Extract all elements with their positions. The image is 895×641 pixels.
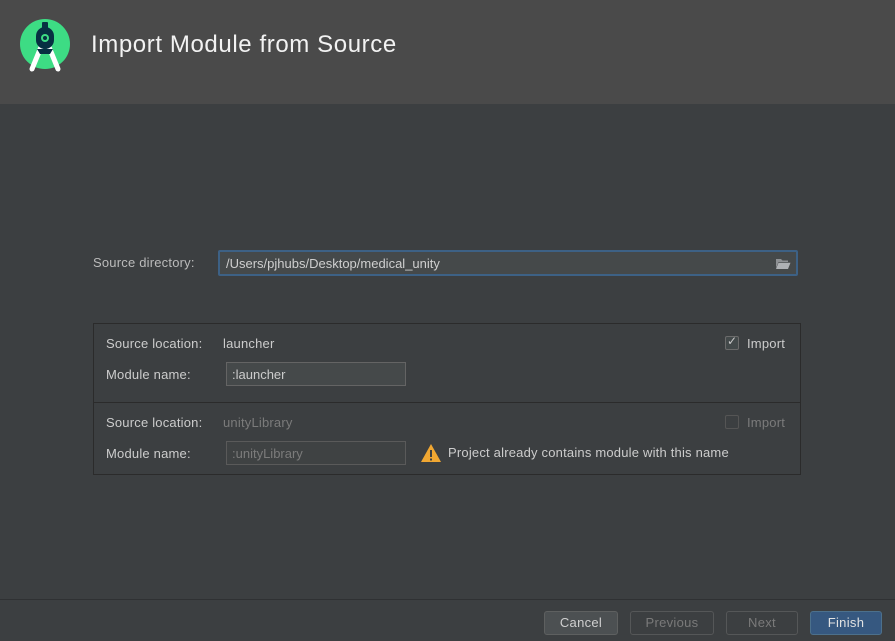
source-directory-label: Source directory:	[93, 255, 195, 270]
source-location-value: unityLibrary	[223, 415, 293, 430]
previous-button[interactable]: Previous	[630, 611, 714, 635]
source-location-label: Source location:	[106, 336, 203, 351]
source-directory-value[interactable]: /Users/pjhubs/Desktop/medical_unity	[226, 256, 440, 271]
folder-open-icon[interactable]	[775, 257, 791, 270]
modules-list: Source location: launcher Module name: :…	[93, 323, 801, 475]
module-name-input[interactable]: :unityLibrary	[226, 441, 406, 465]
cancel-button[interactable]: Cancel	[544, 611, 618, 635]
import-checkbox-label[interactable]: Import	[747, 336, 785, 351]
module-name-value[interactable]: :launcher	[232, 367, 285, 382]
android-studio-icon	[20, 19, 70, 72]
module-name-label: Module name:	[106, 367, 191, 382]
module-name-label: Module name:	[106, 446, 191, 461]
source-location-value: launcher	[223, 336, 275, 351]
warning-icon	[421, 444, 441, 462]
footer-divider	[0, 599, 895, 600]
next-button[interactable]: Next	[726, 611, 798, 635]
import-checkbox[interactable]	[725, 415, 739, 429]
module-name-value[interactable]: :unityLibrary	[232, 446, 303, 461]
module-row-launcher: Source location: launcher Module name: :…	[94, 324, 800, 402]
module-name-input[interactable]: :launcher	[226, 362, 406, 386]
checkmark-icon: ✓	[727, 334, 738, 348]
source-location-label: Source location:	[106, 415, 203, 430]
finish-button[interactable]: Finish	[810, 611, 882, 635]
dialog-header: Import Module from Source	[0, 0, 895, 104]
source-directory-input[interactable]: /Users/pjhubs/Desktop/medical_unity	[218, 250, 798, 276]
warning-message: Project already contains module with thi…	[448, 445, 729, 460]
import-checkbox-label[interactable]: Import	[747, 415, 785, 430]
module-row-unitylibrary: Source location: unityLibrary Module nam…	[94, 402, 800, 475]
dialog-title: Import Module from Source	[91, 31, 397, 58]
import-checkbox[interactable]: ✓	[725, 334, 739, 350]
